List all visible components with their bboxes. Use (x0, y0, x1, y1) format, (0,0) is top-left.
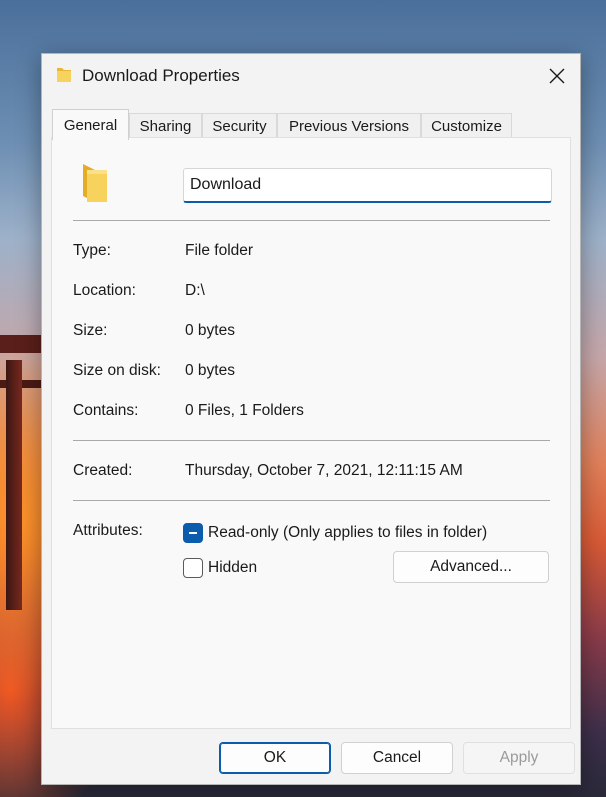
title-bar: Download Properties (42, 54, 580, 98)
folder-icon (83, 164, 107, 202)
created-label: Created: (73, 462, 133, 479)
size-on-disk-value: 0 bytes (185, 362, 235, 379)
tab-general[interactable]: General (52, 109, 129, 140)
type-label: Type: (73, 242, 111, 259)
cancel-button[interactable]: Cancel (341, 742, 453, 774)
attributes-label: Attributes: (73, 522, 143, 539)
size-label: Size: (73, 322, 108, 339)
readonly-checkbox[interactable] (183, 523, 203, 543)
properties-dialog: Download Properties General Sharing Secu… (41, 53, 581, 785)
contains-label: Contains: (73, 402, 139, 419)
location-label: Location: (73, 282, 136, 299)
readonly-checkbox-label[interactable]: Read-only (Only applies to files in fold… (208, 524, 487, 542)
close-icon (549, 68, 565, 84)
tab-sharing[interactable]: Sharing (129, 113, 202, 139)
ok-button[interactable]: OK (219, 742, 331, 774)
advanced-button[interactable]: Advanced... (393, 551, 549, 583)
tab-security[interactable]: Security (202, 113, 277, 139)
separator (73, 440, 550, 441)
general-tab-panel: Type: File folder Location: D:\ Size: 0 … (51, 137, 571, 729)
tab-previous-versions[interactable]: Previous Versions (277, 113, 421, 139)
wallpaper-torii-beam (0, 335, 42, 353)
size-value: 0 bytes (185, 322, 235, 339)
contains-value: 0 Files, 1 Folders (185, 402, 304, 419)
separator (73, 220, 550, 221)
apply-button: Apply (463, 742, 575, 774)
folder-name-input[interactable] (183, 168, 552, 203)
window-title: Download Properties (82, 66, 240, 85)
size-on-disk-label: Size on disk: (73, 362, 161, 379)
folder-icon (57, 68, 71, 82)
tab-customize[interactable]: Customize (421, 113, 512, 139)
wallpaper-torii-post (6, 360, 22, 610)
location-value: D:\ (185, 282, 205, 299)
hidden-checkbox[interactable] (183, 558, 203, 578)
close-button[interactable] (534, 54, 580, 98)
created-value: Thursday, October 7, 2021, 12:11:15 AM (185, 462, 463, 479)
separator (73, 500, 550, 501)
hidden-checkbox-label[interactable]: Hidden (208, 559, 257, 577)
type-value: File folder (185, 242, 254, 259)
